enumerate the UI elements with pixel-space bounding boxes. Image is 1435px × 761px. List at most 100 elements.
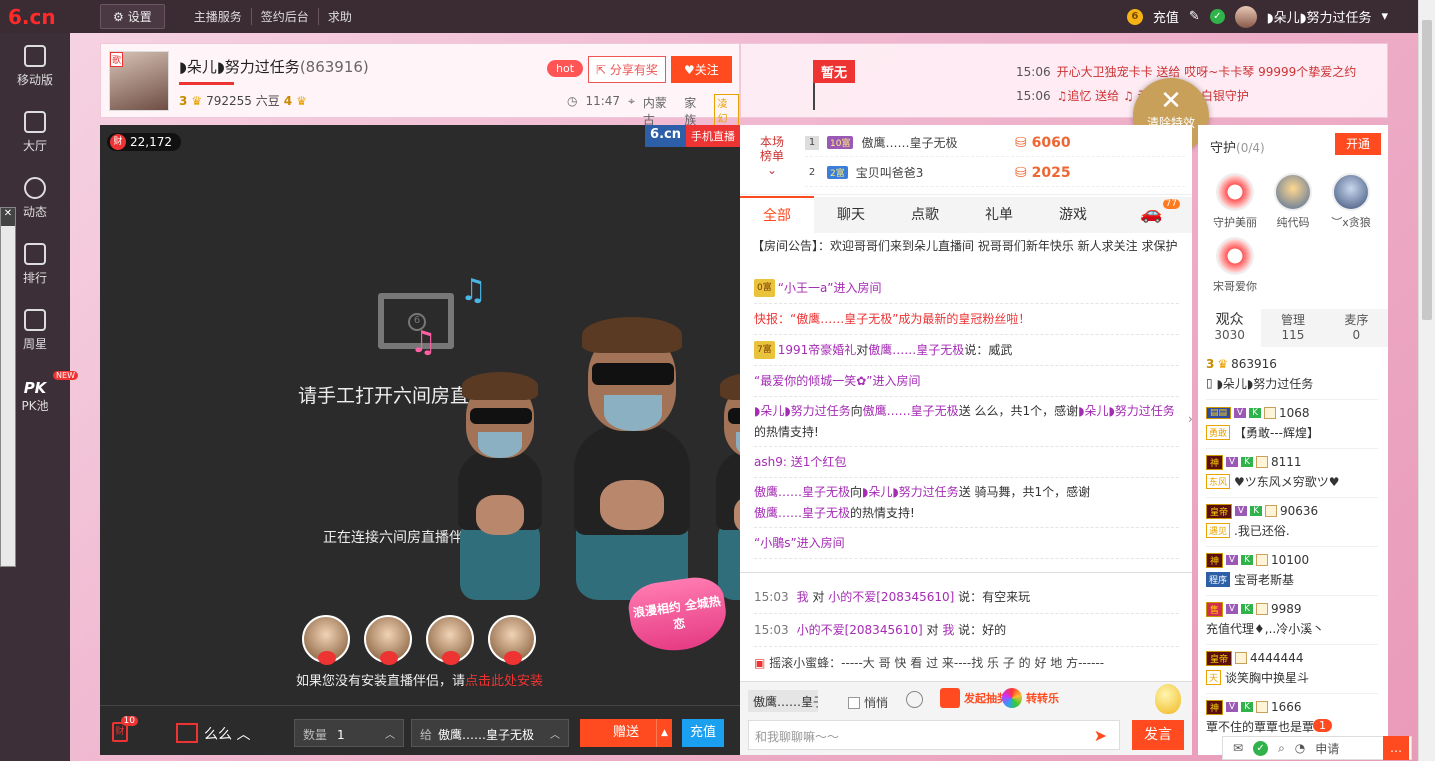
audience-item[interactable]: 皇帝 V K 90636 遇见 .我已还俗. (1206, 498, 1378, 547)
apply-link[interactable]: 申请 (1315, 740, 1339, 757)
search-icon[interactable]: ⌕ (1278, 741, 1285, 756)
chevron-up-icon[interactable]: ︿ (550, 726, 560, 741)
chat-divider[interactable] (740, 572, 1192, 573)
news-item[interactable]: 15:06 开心大卫独宠卡卡 送给 哎呀~卡卡琴 99999个挚爱之约 (1016, 63, 1356, 80)
msg-user[interactable]: ◗朵儿◗努力过任务 (1078, 402, 1175, 420)
tab-mic-queue[interactable]: 麦序 0 (1325, 309, 1388, 347)
username[interactable]: ◗朵儿◗努力过任务 (1267, 7, 1372, 26)
fan-avatar[interactable] (302, 615, 350, 665)
rank-name: 宝贝叫爸爸3 (855, 166, 924, 180)
msg-user[interactable]: 傲鹰……皇子无极 (754, 504, 850, 522)
settings-button[interactable]: ⚙ 设置 (100, 4, 165, 29)
guard-member[interactable]: 宋哥爱你 (1206, 237, 1264, 301)
fan-avatar[interactable] (426, 615, 474, 665)
tab-audience[interactable]: 观众 3030 (1198, 309, 1262, 347)
rank-row[interactable]: 1 10富 傲鹰……皇子无极 ⛁ 6060 (805, 129, 1185, 157)
msg-user[interactable]: 1991帝豪婚礼 (778, 341, 857, 359)
msg-user[interactable]: 傲鹰……皇子无极 (754, 483, 850, 501)
user-avatar[interactable] (1234, 5, 1257, 28)
audience-item[interactable]: 售 V K 9989 充值代理♦,..冷小溪丶 (1206, 596, 1378, 645)
audience-item[interactable]: 神 V K 8111 东风 ♥ツ东风メ穷歌ツ♥ (1206, 449, 1378, 498)
family-badge[interactable]: 凌幻 (714, 94, 739, 128)
quantity-input[interactable]: 数量 1 ︿ (294, 719, 404, 747)
recipient-select[interactable]: 给傲鹰……皇子无极 ︿ (411, 719, 569, 747)
scroll-thumb[interactable] (1422, 20, 1432, 320)
wealth-bag-button[interactable]: 财 10 (112, 716, 138, 742)
tab-admins[interactable]: 管理 115 (1261, 309, 1324, 347)
recharge-link[interactable]: 充值 (1153, 7, 1179, 26)
check-icon[interactable]: ✓ (1209, 9, 1225, 24)
person-icon (1235, 652, 1248, 664)
level-badge: 神 (1206, 454, 1224, 470)
close-icon[interactable]: ✕ (1, 208, 15, 226)
phone-icon: ▯ (1206, 376, 1213, 390)
caret-up-icon[interactable]: ▲ (656, 719, 672, 747)
gift-icon[interactable] (176, 723, 198, 743)
spin-button[interactable]: 转转乐 (1002, 688, 1059, 708)
mail-icon[interactable]: ✉ (1233, 741, 1243, 755)
chevron-up-icon[interactable]: ︿ (385, 726, 395, 741)
page-scrollbar[interactable] (1418, 0, 1435, 761)
pm-to[interactable]: 小的不爱[208345610] (828, 590, 954, 604)
whisper-toggle[interactable]: 悄悄 (848, 694, 888, 711)
msg-user[interactable]: 傲鹰……皇子无极 (863, 402, 959, 420)
chat-input[interactable]: 和我聊聊嘛～～ ➤ (748, 720, 1120, 750)
open-guard-button[interactable]: 开通 (1335, 133, 1381, 155)
collapsed-side-panel[interactable]: ✕ (0, 207, 16, 567)
share-button[interactable]: ⇱ 分享有奖 (588, 56, 666, 83)
send-icon[interactable]: ➤ (1094, 726, 1107, 745)
streamer-avatar[interactable]: 歌 (109, 51, 169, 111)
recharge-button[interactable]: 充值 (682, 719, 724, 747)
nav-anchor-service[interactable]: 主播服务 (185, 8, 252, 25)
tab-chat[interactable]: 聊天 (814, 197, 888, 233)
message-icon[interactable]: … (1383, 736, 1409, 760)
lottery-button[interactable]: 发起抽奖 (940, 688, 1008, 708)
coin-icon: 6 (1126, 8, 1143, 25)
edit-icon[interactable]: ✎ (1189, 9, 1200, 24)
vip-icon: V (1226, 457, 1239, 467)
pm-from[interactable]: 我 (797, 590, 809, 604)
golden-egg-icon[interactable] (1155, 684, 1181, 714)
tab-song[interactable]: 点歌 (888, 197, 962, 233)
gift-selector[interactable]: 么么 ︿ (204, 724, 250, 744)
pm-to[interactable]: 我 (942, 623, 954, 637)
fan-avatar[interactable] (364, 615, 412, 665)
car-icon[interactable]: 🚗 77 (1140, 199, 1180, 225)
rank-title[interactable]: 本场榜单 ⌄ (758, 135, 786, 177)
msg-user[interactable]: 傲鹰……皇子无极 (868, 341, 964, 359)
follow-button[interactable]: ♥关注 (671, 56, 732, 83)
chat-target-select[interactable]: 傲鹰……皇子 (748, 690, 818, 712)
site-logo[interactable]: 6.cn (0, 0, 70, 33)
audience-item[interactable]: 3 ♛ 863916 ▯ ◗朵儿◗努力过任务 (1206, 351, 1378, 400)
whisper-checkbox[interactable] (848, 696, 860, 709)
audience-id: 1666 (1271, 700, 1302, 714)
audience-item[interactable]: 神 V K 10100 程序 宝哥老斯基 (1206, 547, 1378, 596)
nav-sign-backend[interactable]: 签约后台 (252, 8, 319, 25)
chevron-down-icon[interactable]: ▾ (1381, 9, 1388, 24)
sidebar-item-hall[interactable]: 大厅 (0, 99, 70, 165)
msg-user[interactable]: ◗朵儿◗努力过任务 (754, 402, 851, 420)
send-gift-button[interactable]: 赠送 ▲ (580, 719, 672, 747)
audience-item[interactable]: 皇帝 4444444 天谈笑胸中换星斗 (1206, 645, 1378, 694)
chevron-right-icon[interactable]: › (1188, 412, 1198, 430)
guard-member[interactable]: 纯代码 (1264, 173, 1322, 237)
guard-member[interactable]: ︶ⅹ贪狼 (1322, 173, 1380, 237)
nav-help[interactable]: 求助 (319, 8, 361, 25)
check-icon[interactable]: ✓ (1253, 740, 1269, 756)
guard-member[interactable]: 守护美丽 (1206, 173, 1264, 237)
say-button[interactable]: 发言 (1132, 720, 1184, 750)
fan-avatar[interactable] (488, 615, 536, 665)
tab-gift[interactable]: 礼单 (962, 197, 1036, 233)
video-player[interactable]: 财22,172 6.cn手机直播 6 ♫ ♫ ♪ 请手工打开六间房直播伴侣 正在… (100, 125, 800, 705)
user-icon[interactable]: ◔ (1295, 741, 1305, 755)
msg-user[interactable]: ◗朵儿◗努力过任务 (862, 483, 959, 501)
pm-from[interactable]: 小的不爱[208345610] (797, 623, 923, 637)
tab-all[interactable]: 全部 (740, 196, 814, 234)
emoji-icon[interactable] (906, 691, 923, 708)
rank-row[interactable]: 2 2富 宝贝叫爸爸3 ⛁ 2025 (805, 159, 1185, 187)
tab-game[interactable]: 游戏 (1036, 197, 1110, 233)
level-left: 3 (179, 93, 188, 108)
install-link[interactable]: 点击此处安装 (465, 674, 543, 689)
audience-item[interactable]: ▤▤ V K 1068 勇敢 【勇敢---辉煌】 (1206, 400, 1378, 449)
sidebar-item-mobile[interactable]: 移动版 (0, 33, 70, 99)
